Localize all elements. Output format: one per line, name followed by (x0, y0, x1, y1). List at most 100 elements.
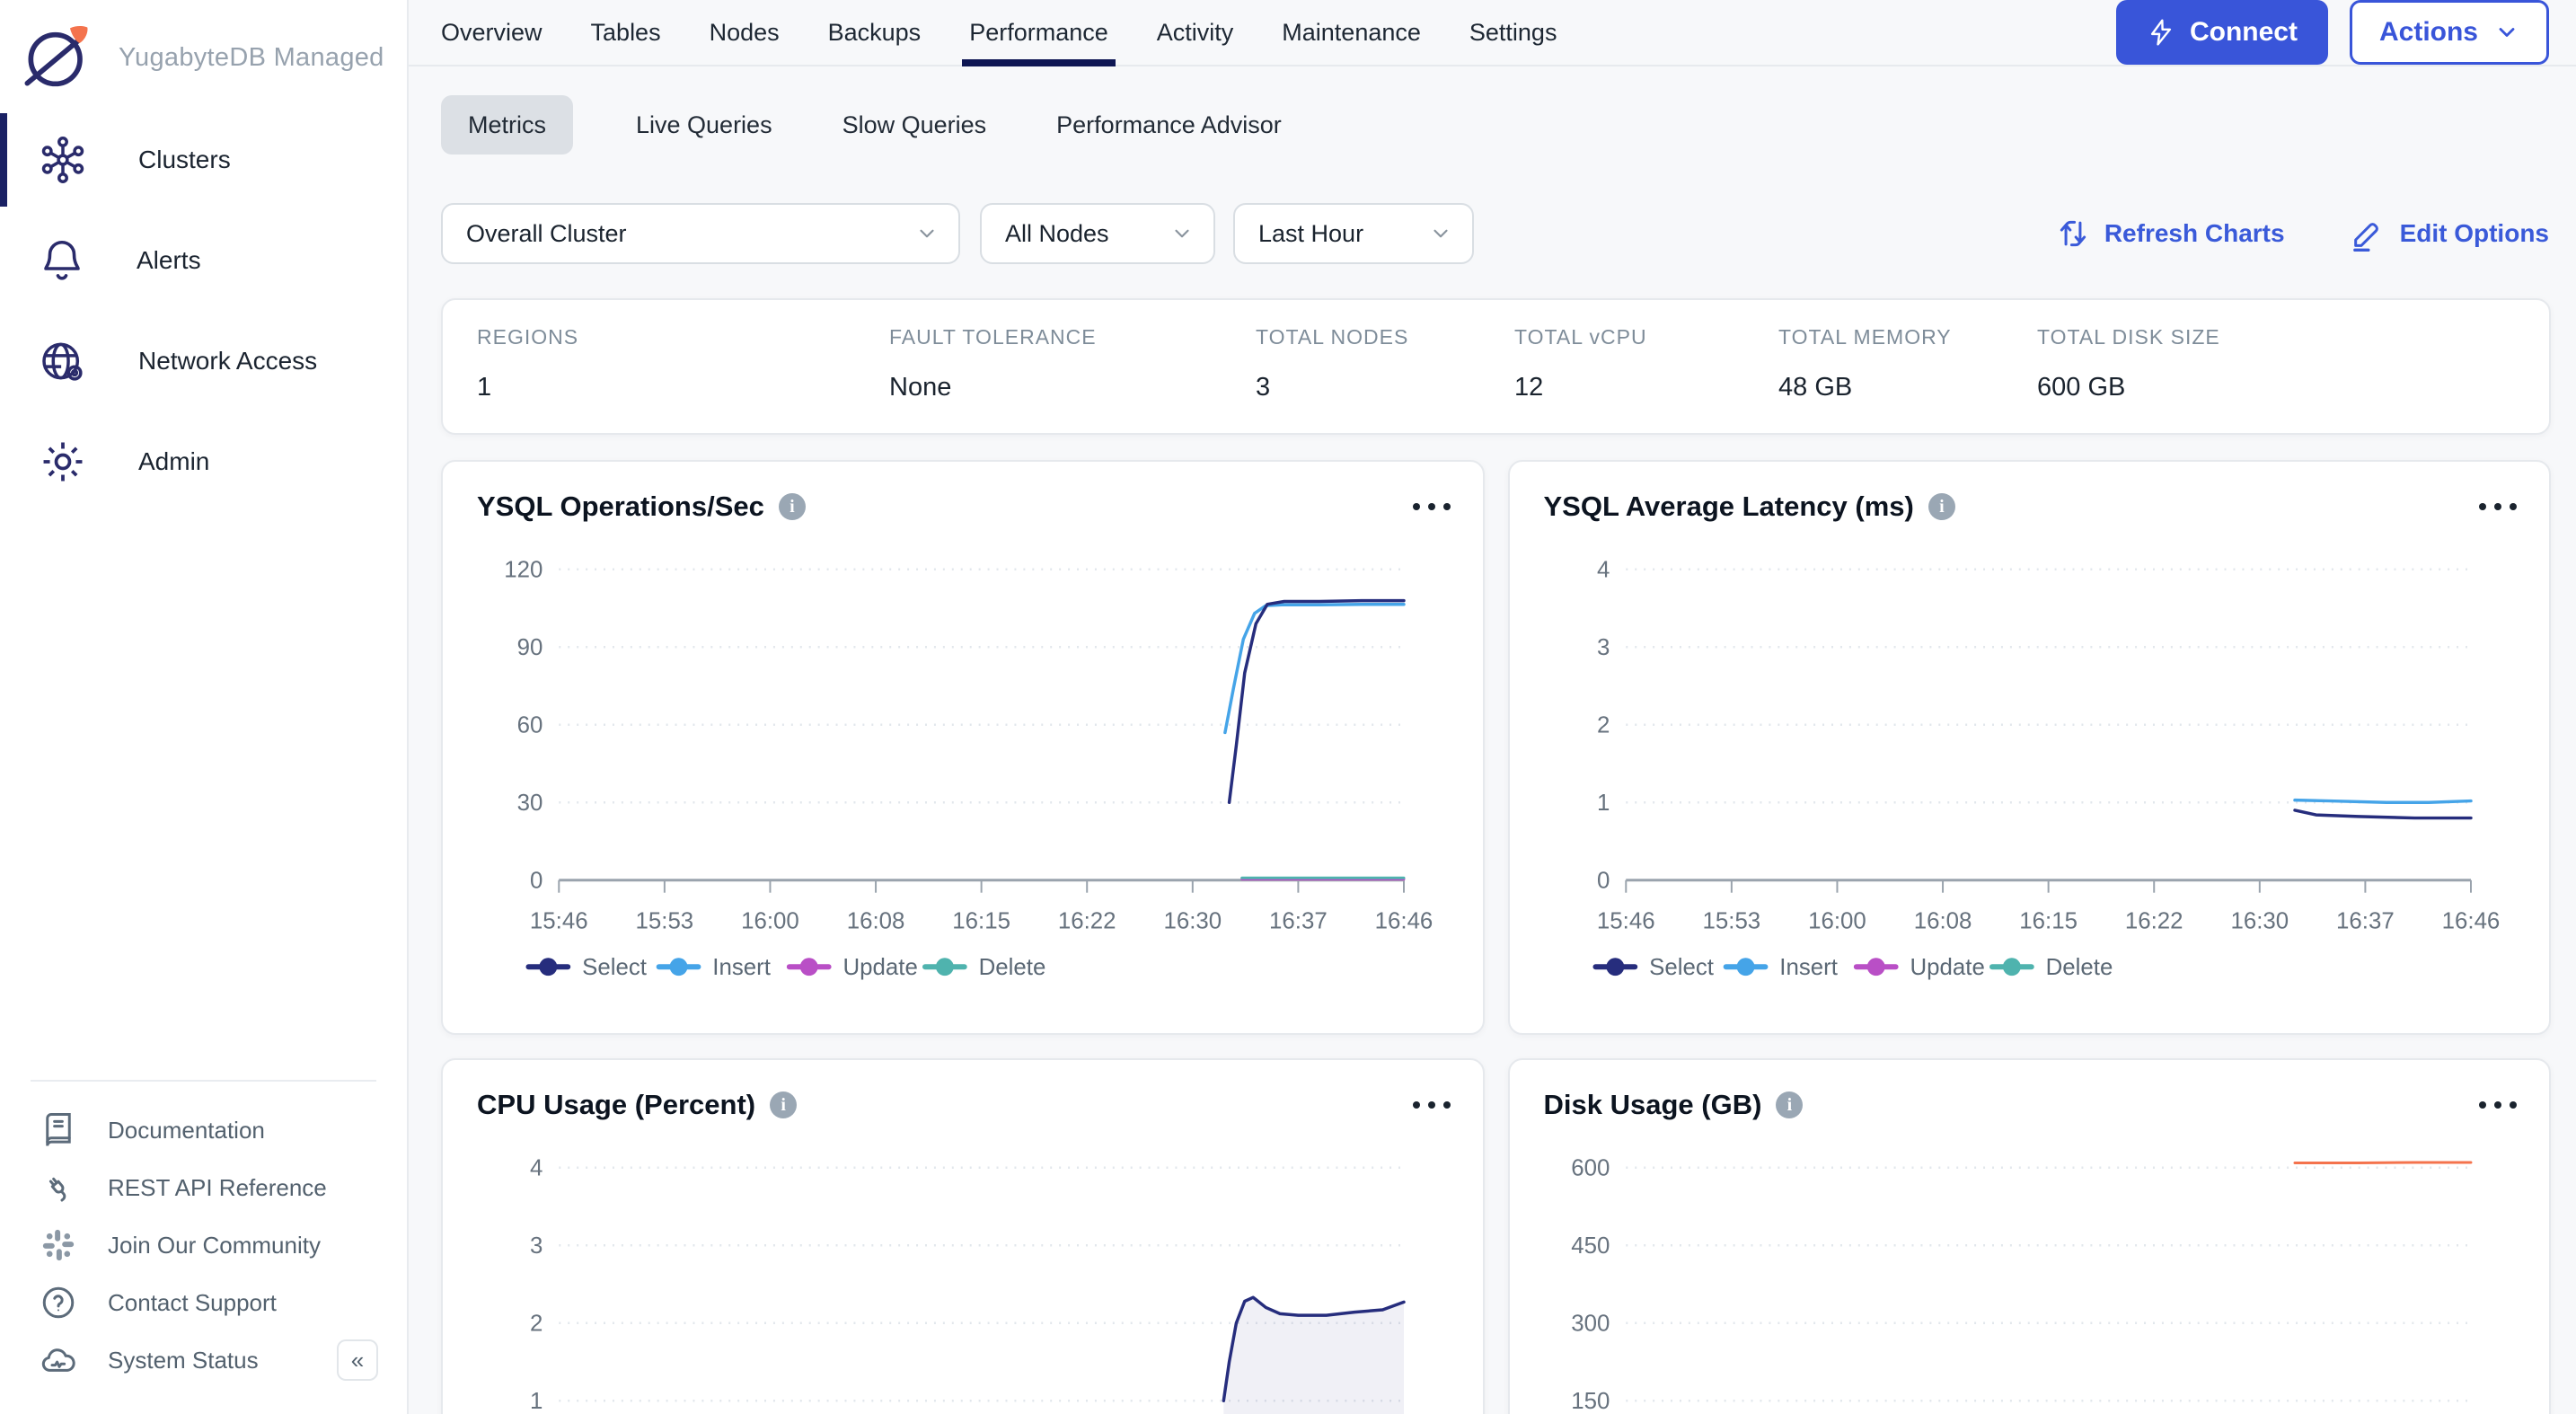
cpu-usage-chart: 0123415:4615:5316:0016:0816:1516:2216:30… (443, 1123, 1483, 1414)
sidebar-item-admin[interactable]: Admin (0, 411, 407, 512)
disk-usage-chart: 015030045060015:4615:5316:0016:0816:1516… (1510, 1123, 2550, 1414)
chart-menu-button[interactable] (1411, 496, 1452, 517)
sidebar: YugabyteDB Managed Clusters (0, 0, 409, 1414)
chart-header: Disk Usage (GB) i (1510, 1060, 2550, 1121)
stat-value: 1 (477, 373, 889, 402)
cluster-stats-card: REGIONS 1 FAULT TOLERANCE None TOTAL NOD… (441, 298, 2551, 435)
sidebar-collapse-button[interactable]: « (337, 1339, 378, 1381)
svg-text:16:15: 16:15 (2019, 908, 2078, 933)
tab-backups[interactable]: Backups (828, 0, 922, 65)
stat-total-nodes: TOTAL NODES 3 (1256, 325, 1514, 402)
edit-options-label: Edit Options (2400, 219, 2549, 248)
chart-menu-button[interactable] (1411, 1094, 1452, 1116)
tab-tables[interactable]: Tables (591, 0, 661, 65)
chart-title: Disk Usage (GB) (1544, 1089, 1762, 1121)
globe-gear-icon (38, 336, 88, 386)
time-range-value: Last Hour (1258, 220, 1363, 248)
yugabytedb-logo-icon (18, 22, 95, 93)
chevron-down-icon (2494, 20, 2519, 45)
svg-text:150: 150 (1571, 1389, 1610, 1414)
sidebar-item-join-our-community[interactable]: Join Our Community (0, 1216, 407, 1274)
sidebar-item-alerts[interactable]: Alerts (0, 210, 407, 311)
stat-regions: REGIONS 1 (477, 325, 889, 402)
actions-button[interactable]: Actions (2350, 0, 2549, 65)
cluster-tabbar: Overview Tables Nodes Backups Performanc… (409, 0, 2576, 66)
metrics-filterbar: Overall Cluster All Nodes Last Hour (409, 203, 2576, 264)
svg-text:15:53: 15:53 (636, 908, 694, 933)
nodes-value: All Nodes (1005, 220, 1109, 248)
svg-text:3: 3 (1597, 635, 1610, 660)
chart-title: YSQL Average Latency (ms) (1544, 490, 1914, 523)
sidebar-item-rest-api-reference[interactable]: REST API Reference (0, 1159, 407, 1216)
svg-text:16:08: 16:08 (847, 908, 905, 933)
chart-menu-button[interactable] (2477, 496, 2519, 517)
svg-text:16:22: 16:22 (1058, 908, 1116, 933)
chart-title: CPU Usage (Percent) (477, 1089, 755, 1121)
time-range-select[interactable]: Last Hour (1233, 203, 1474, 264)
stat-value: 48 GB (1778, 373, 2037, 402)
chevron-down-icon (1429, 222, 1452, 245)
topbar-actions: Connect Actions (2116, 0, 2549, 65)
tab-performance[interactable]: Performance (969, 0, 1108, 65)
edit-options-button[interactable]: Edit Options (2350, 216, 2549, 252)
sidebar-item-contact-support[interactable]: Contact Support (0, 1274, 407, 1331)
clusters-icon (38, 135, 88, 185)
stat-label: TOTAL NODES (1256, 325, 1514, 349)
svg-text:30: 30 (517, 791, 543, 816)
sidebar-divider (31, 1080, 376, 1082)
tab-maintenance[interactable]: Maintenance (1282, 0, 1421, 65)
refresh-icon (2056, 217, 2090, 251)
svg-text:Insert: Insert (1779, 955, 1838, 980)
plug-icon (40, 1169, 77, 1206)
connect-label: Connect (2190, 17, 2298, 48)
subtab-live-queries[interactable]: Live Queries (629, 111, 780, 139)
stat-value: None (889, 373, 1256, 402)
svg-text:1: 1 (1597, 791, 1610, 816)
tab-settings[interactable]: Settings (1469, 0, 1557, 65)
refresh-charts-button[interactable]: Refresh Charts (2056, 217, 2285, 251)
svg-text:120: 120 (504, 558, 543, 583)
sidebar-item-clusters[interactable]: Clusters (0, 110, 407, 210)
tab-overview[interactable]: Overview (441, 0, 543, 65)
svg-text:16:00: 16:00 (1808, 908, 1866, 933)
stat-value: 12 (1514, 373, 1778, 402)
gear-icon (38, 437, 88, 487)
cluster-scope-select[interactable]: Overall Cluster (441, 203, 960, 264)
chart-header: CPU Usage (Percent) i (443, 1060, 1483, 1121)
footer-item-label: Contact Support (108, 1289, 277, 1317)
brand-name: YugabyteDB Managed (119, 43, 384, 73)
tab-activity[interactable]: Activity (1157, 0, 1234, 65)
svg-text:16:46: 16:46 (1375, 908, 1434, 933)
subtab-metrics[interactable]: Metrics (441, 95, 573, 155)
disk-usage-card: Disk Usage (GB) i 015030045060015:4615:5… (1508, 1058, 2552, 1414)
svg-text:4: 4 (1597, 558, 1610, 583)
app-root: YugabyteDB Managed Clusters (0, 0, 2576, 1414)
sidebar-item-network-access[interactable]: Network Access (0, 311, 407, 411)
chart-menu-button[interactable] (2477, 1094, 2519, 1116)
svg-text:300: 300 (1571, 1312, 1610, 1337)
footer-item-label: Join Our Community (108, 1232, 321, 1259)
footer-item-label: REST API Reference (108, 1174, 327, 1202)
sidebar-item-system-status[interactable]: System Status « (0, 1331, 407, 1389)
connect-button[interactable]: Connect (2116, 0, 2328, 65)
filter-links: Refresh Charts Edit Options (2056, 216, 2549, 252)
subtab-performance-advisor[interactable]: Performance Advisor (1049, 111, 1289, 139)
stat-value: 600 GB (2037, 373, 2549, 402)
nodes-select[interactable]: All Nodes (980, 203, 1215, 264)
tab-nodes[interactable]: Nodes (710, 0, 780, 65)
sidebar-item-documentation[interactable]: Documentation (0, 1101, 407, 1159)
cloud-status-icon (40, 1341, 77, 1379)
svg-text:16:30: 16:30 (2230, 908, 2289, 933)
svg-text:Update: Update (843, 955, 918, 980)
svg-text:0: 0 (1597, 869, 1610, 894)
slack-icon (40, 1226, 77, 1264)
cluster-scope-value: Overall Cluster (466, 220, 627, 248)
svg-text:Delete: Delete (979, 955, 1046, 980)
ysql-operations-card: YSQL Operations/Sec i 030609012015:4615:… (441, 460, 1485, 1035)
stat-total-disk-size: TOTAL DISK SIZE 600 GB (2037, 325, 2549, 402)
chart-title: YSQL Operations/Sec (477, 490, 764, 523)
sidebar-item-label: Network Access (138, 347, 317, 376)
svg-text:15:53: 15:53 (1702, 908, 1760, 933)
subtab-slow-queries[interactable]: Slow Queries (835, 111, 994, 139)
svg-text:16:00: 16:00 (741, 908, 799, 933)
